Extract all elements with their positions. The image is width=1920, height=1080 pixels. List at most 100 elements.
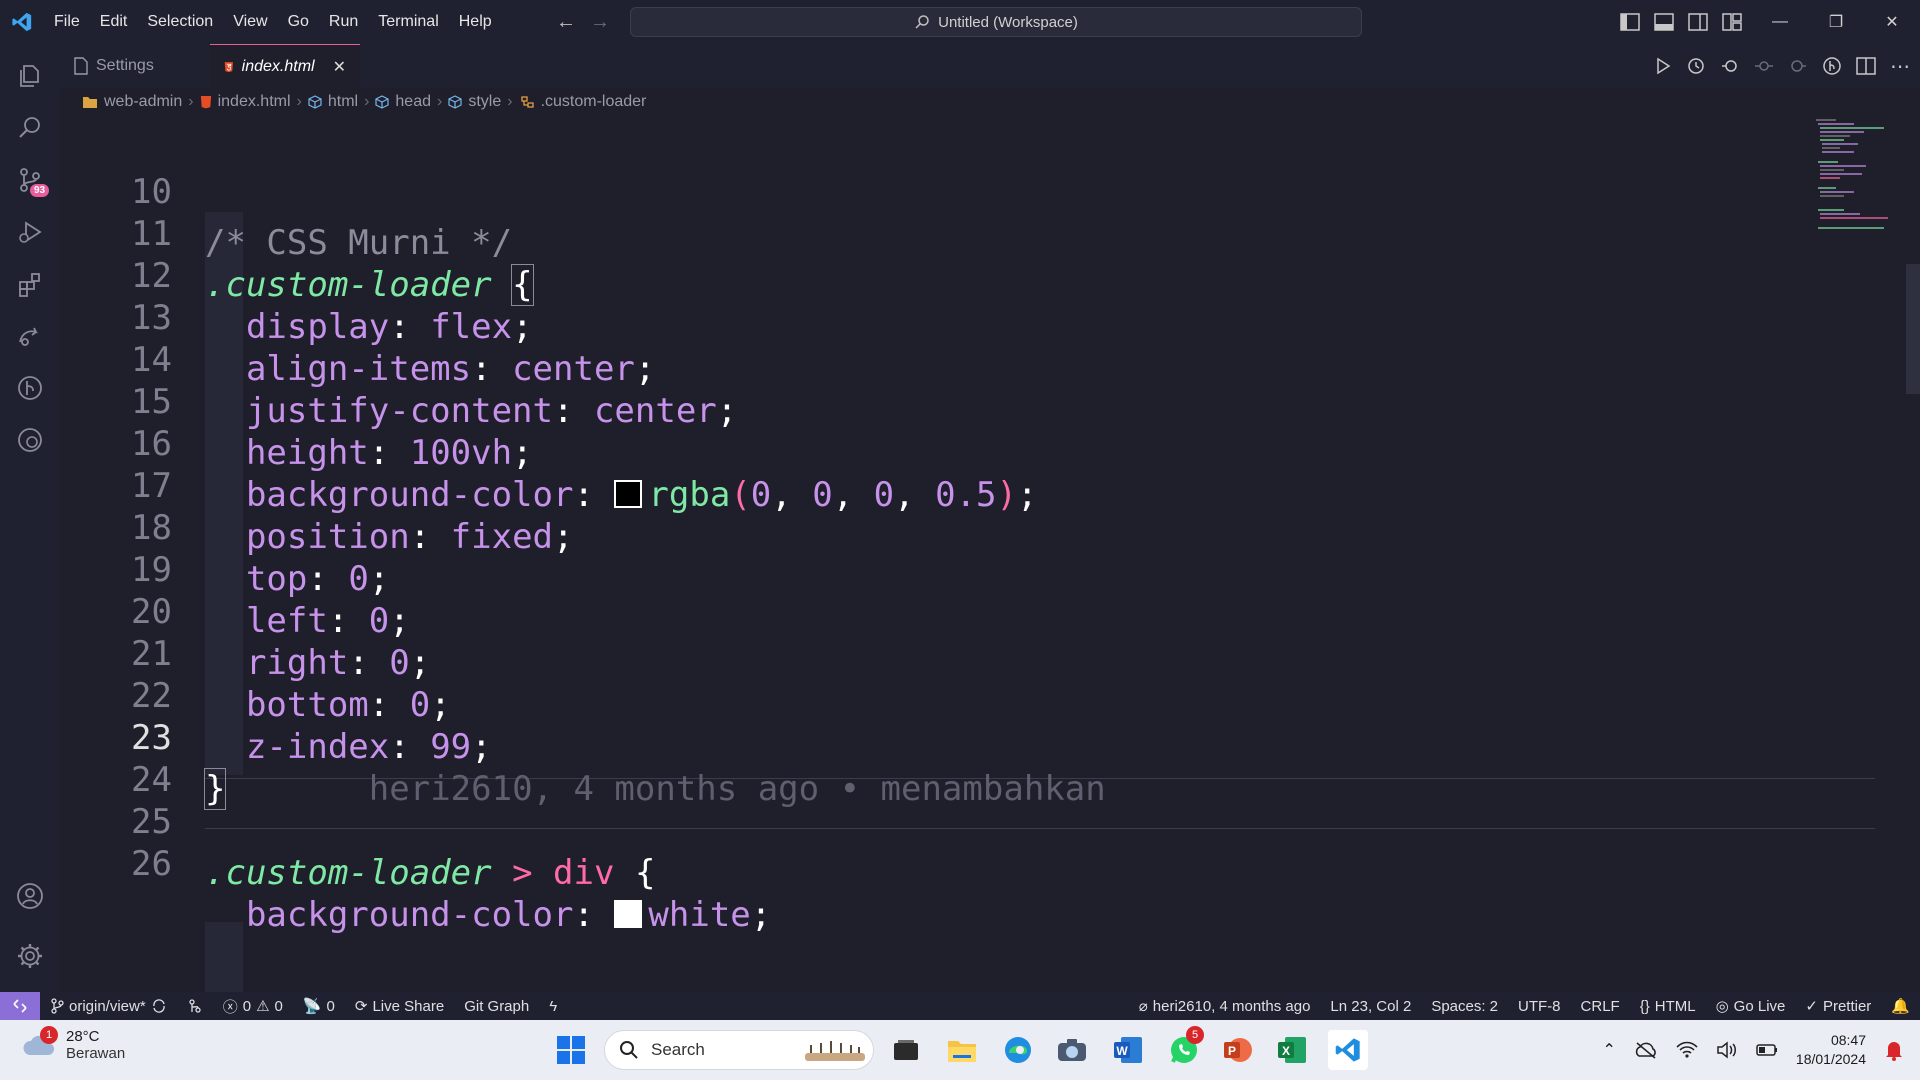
menu-view[interactable]: View [223, 0, 277, 44]
prettier-status[interactable]: ✓ Prettier [1795, 992, 1881, 1020]
end-of-line[interactable]: CRLF [1571, 992, 1630, 1020]
powerpoint-icon[interactable]: P [1218, 1030, 1258, 1070]
cube-icon [308, 95, 322, 109]
notification-bell-icon[interactable] [1884, 1039, 1904, 1061]
word-icon[interactable]: W [1108, 1030, 1148, 1070]
camera-icon[interactable] [1052, 1030, 1092, 1070]
vscode-taskbar-icon[interactable] [1328, 1030, 1368, 1070]
tab-label: index.html [241, 57, 315, 75]
split-editor-icon[interactable] [1856, 57, 1876, 75]
commit-icon: ⌀ [1138, 998, 1148, 1015]
vscode-logo-icon [0, 0, 44, 44]
menu-go[interactable]: Go [278, 0, 319, 44]
source-control-badge: 93 [30, 184, 50, 197]
live-share-icon[interactable] [0, 310, 60, 362]
run-debug-icon[interactable] [0, 206, 60, 258]
breadcrumb-file[interactable]: index.html [200, 93, 291, 111]
more-actions-icon[interactable]: ⋯ [1890, 54, 1910, 79]
windows-start-icon[interactable] [556, 1035, 586, 1070]
scrollbar-thumb[interactable] [1906, 264, 1920, 394]
language-mode[interactable]: {} HTML [1630, 992, 1706, 1020]
whatsapp-icon[interactable]: 5 [1164, 1026, 1204, 1070]
wifi-icon[interactable] [1676, 1041, 1698, 1059]
code-editor[interactable]: 10 /* CSS Murni */ 11 .custom-loader { 1… [60, 116, 1920, 992]
menu-file[interactable]: File [44, 0, 90, 44]
tab-settings[interactable]: Settings [60, 44, 210, 88]
taskbar-search[interactable]: Search [604, 1030, 874, 1070]
svg-text:W: W [1116, 1044, 1128, 1058]
git-branch-icon [51, 998, 64, 1014]
lightning-icon[interactable]: ϟ [539, 992, 567, 1020]
extensions-icon[interactable] [0, 258, 60, 310]
toggle-secondary-sidebar-icon[interactable] [1688, 13, 1708, 31]
settings-gear-icon[interactable] [0, 930, 60, 982]
git-graph-status-icon[interactable] [177, 992, 213, 1020]
next-change-icon[interactable] [1788, 56, 1808, 76]
edge-browser-icon[interactable] [998, 1030, 1038, 1070]
git-graph-status[interactable]: Git Graph [454, 992, 539, 1020]
toggle-panel-icon[interactable] [1654, 13, 1674, 31]
explorer-icon[interactable] [0, 50, 60, 102]
live-share-status[interactable]: ⟳ Live Share [345, 992, 454, 1020]
history-icon[interactable] [1686, 56, 1706, 76]
search-icon [915, 15, 929, 29]
ports-status[interactable]: 📡 0 [293, 992, 345, 1020]
breadcrumb-selector[interactable]: .custom-loader [519, 93, 646, 111]
close-tab-icon[interactable]: ✕ [333, 57, 346, 77]
excel-icon[interactable]: X [1272, 1030, 1312, 1070]
weather-widget[interactable]: 1 28°C Berawan [22, 1026, 125, 1062]
accounts-icon[interactable] [0, 870, 60, 922]
remote-indicator-icon[interactable] [0, 992, 40, 1020]
breadcrumb-folder[interactable]: web-admin [82, 93, 182, 111]
breadcrumb-style[interactable]: style [448, 93, 501, 111]
clock[interactable]: 08:47 18/01/2024 [1796, 1031, 1866, 1069]
file-explorer-icon[interactable] [942, 1030, 982, 1070]
search-activity-icon[interactable] [0, 102, 60, 154]
customize-layout-icon[interactable] [1722, 13, 1742, 31]
tab-index-html[interactable]: index.html ✕ [210, 44, 360, 88]
editor-actions: ⋯ [1654, 44, 1910, 88]
menu-selection[interactable]: Selection [137, 0, 223, 44]
onedrive-offline-icon[interactable] [1634, 1041, 1658, 1059]
indentation[interactable]: Spaces: 2 [1421, 992, 1508, 1020]
breadcrumb-html[interactable]: html [308, 93, 358, 111]
previous-change-icon[interactable] [1720, 56, 1740, 76]
vertical-scrollbar[interactable] [1906, 116, 1920, 992]
check-double-icon: ✓ [1805, 998, 1818, 1015]
breadcrumb-head[interactable]: head [375, 93, 431, 111]
go-live-button[interactable]: ◎ Go Live [1706, 992, 1796, 1020]
minimize-icon[interactable]: — [1752, 0, 1808, 44]
chevron-up-icon[interactable]: ⌃ [1603, 1040, 1616, 1060]
chevron-right-icon: › [507, 93, 513, 110]
toggle-primary-sidebar-icon[interactable] [1620, 13, 1640, 31]
close-window-icon[interactable]: ✕ [1864, 0, 1920, 44]
task-view-icon[interactable] [886, 1030, 926, 1070]
menu-help[interactable]: Help [449, 0, 502, 44]
run-icon[interactable] [1654, 57, 1672, 75]
cube-icon [448, 95, 462, 109]
open-changes-icon[interactable] [1822, 56, 1842, 76]
commit-icon[interactable] [1754, 56, 1774, 76]
git-blame-status[interactable]: ⌀ heri2610, 4 months ago [1129, 992, 1321, 1020]
notifications-bell-icon[interactable]: 🔔 [1881, 992, 1920, 1020]
forward-arrow-icon[interactable]: → [590, 11, 610, 34]
source-control-icon[interactable]: 93 [0, 154, 60, 206]
breadcrumb-label: head [395, 93, 431, 110]
menu-terminal[interactable]: Terminal [368, 0, 448, 44]
menu-edit[interactable]: Edit [90, 0, 138, 44]
back-arrow-icon[interactable]: ← [556, 11, 576, 34]
battery-icon[interactable] [1756, 1043, 1778, 1057]
sync-icon[interactable] [151, 999, 167, 1013]
problems-status[interactable]: ⓧ 0 ⚠ 0 [213, 992, 293, 1020]
restore-icon[interactable]: ❐ [1808, 0, 1864, 44]
minimap[interactable] [1814, 116, 1894, 286]
command-center[interactable]: Untitled (Workspace) [630, 7, 1362, 37]
color-swatch-white[interactable] [614, 900, 643, 928]
timeline-icon[interactable] [0, 414, 60, 466]
git-graph-icon[interactable] [0, 362, 60, 414]
volume-icon[interactable] [1716, 1041, 1738, 1059]
encoding[interactable]: UTF-8 [1508, 992, 1571, 1020]
menu-run[interactable]: Run [319, 0, 368, 44]
branch-status[interactable]: origin/view* [40, 992, 177, 1020]
cursor-position[interactable]: Ln 23, Col 2 [1320, 992, 1421, 1020]
